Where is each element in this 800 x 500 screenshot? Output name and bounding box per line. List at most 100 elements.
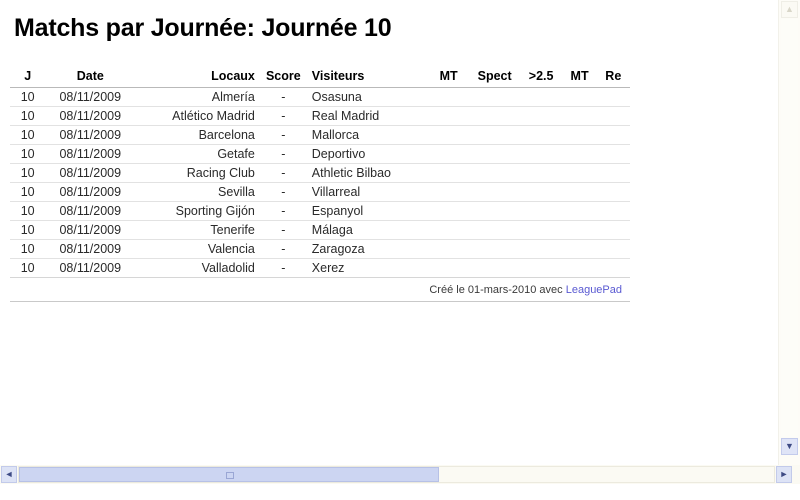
cell-mt-2 [562,87,597,107]
cell-away-team: Osasuna [307,87,428,107]
table-row[interactable]: 10 08/11/2009 Sevilla - Villarreal [10,182,630,202]
cell-spect [469,125,520,145]
table-row[interactable]: 10 08/11/2009 Getafe - Deportivo [10,144,630,164]
cell-score: - [258,220,308,240]
chevron-up-icon: ▲ [785,4,794,14]
cell-score: - [258,106,308,126]
cell-away-team: Real Madrid [307,106,428,126]
cell-over-2-5 [519,239,563,259]
cell-date: 08/11/2009 [45,163,136,183]
browser-viewport: Matchs par Journée: Journée 10 J Date Lo… [0,0,800,500]
column-header-re[interactable]: Re [596,67,630,88]
cell-mt-2 [562,182,597,202]
credit-cell: Créé le 01-mars-2010 avec LeaguePad [10,277,630,302]
cell-date: 08/11/2009 [45,182,136,202]
cell-mt-1 [427,220,470,240]
scroll-left-button[interactable]: ◄ [1,466,17,483]
table-row[interactable]: 10 08/11/2009 Valladolid - Xerez [10,258,630,278]
column-header-over-2-5[interactable]: >2.5 [519,67,563,88]
cell-score: - [258,258,308,278]
cell-over-2-5 [519,258,563,278]
horizontal-scroll-thumb[interactable] [19,467,439,482]
cell-over-2-5 [519,182,563,202]
cell-away-team: Villarreal [307,182,428,202]
cell-re [596,106,630,126]
cell-spect [469,239,520,259]
table-row[interactable]: 10 08/11/2009 Barcelona - Mallorca [10,125,630,145]
cell-journee: 10 [10,201,46,221]
cell-date: 08/11/2009 [45,258,136,278]
horizontal-scroll-track[interactable] [18,466,775,483]
cell-mt-1 [427,125,470,145]
cell-over-2-5 [519,106,563,126]
table-row[interactable]: 10 08/11/2009 Atlético Madrid - Real Madrid [10,106,630,126]
cell-mt-1 [427,87,470,107]
column-header-mt-2[interactable]: MT [562,67,597,88]
column-header-date[interactable]: Date [45,67,136,88]
cell-home-team: Atlético Madrid [135,106,259,126]
scroll-up-button[interactable]: ▲ [781,1,798,18]
credit-text-wrapper: Créé le 01-mars-2010 avec LeaguePad [429,283,626,297]
cell-journee: 10 [10,144,46,164]
table-row[interactable]: 10 08/11/2009 Sporting Gijón - Espanyol [10,201,630,221]
cell-journee: 10 [10,239,46,259]
cell-re [596,258,630,278]
table-row[interactable]: 10 08/11/2009 Racing Club - Athletic Bilbao [10,163,630,183]
column-header-locaux[interactable]: Locaux [135,67,259,88]
cell-mt-1 [427,163,470,183]
cell-home-team: Valencia [135,239,259,259]
cell-score: - [258,163,308,183]
table-footer: Créé le 01-mars-2010 avec LeaguePad [10,277,630,302]
column-header-spect[interactable]: Spect [469,67,520,88]
scroll-thumb-grip-icon [226,472,234,479]
cell-spect [469,220,520,240]
cell-date: 08/11/2009 [45,239,136,259]
table-row[interactable]: 10 08/11/2009 Valencia - Zaragoza [10,239,630,259]
table-row[interactable]: 10 08/11/2009 Tenerife - Málaga [10,220,630,240]
cell-mt-1 [427,201,470,221]
chevron-down-icon: ▼ [785,441,794,451]
cell-mt-1 [427,182,470,202]
window-bottom-strip [0,484,800,500]
cell-date: 08/11/2009 [45,144,136,164]
leaguepad-link[interactable]: LeaguePad [566,284,622,296]
cell-journee: 10 [10,220,46,240]
cell-score: - [258,239,308,259]
cell-journee: 10 [10,87,46,107]
cell-over-2-5 [519,201,563,221]
cell-spect [469,182,520,202]
cell-over-2-5 [519,87,563,107]
table-header: J Date Locaux Score Visiteurs MT Spect >… [10,67,630,88]
cell-home-team: Sporting Gijón [135,201,259,221]
scroll-down-button[interactable]: ▼ [781,438,798,455]
scroll-right-button[interactable]: ► [776,466,792,483]
cell-journee: 10 [10,125,46,145]
column-header-score[interactable]: Score [258,67,308,88]
cell-over-2-5 [519,220,563,240]
cell-home-team: Almería [135,87,259,107]
vertical-scroll-track[interactable] [781,19,798,437]
cell-score: - [258,182,308,202]
column-header-mt-1[interactable]: MT [427,67,470,88]
cell-spect [469,106,520,126]
cell-mt-1 [427,239,470,259]
cell-home-team: Barcelona [135,125,259,145]
cell-mt-2 [562,144,597,164]
horizontal-scrollbar[interactable]: ◄ ► [0,465,800,484]
page-title: Matchs par Journée: Journée 10 [14,14,392,42]
vertical-scrollbar[interactable]: ▲ ▼ [778,0,800,478]
cell-over-2-5 [519,163,563,183]
page-surface: Matchs par Journée: Journée 10 J Date Lo… [0,0,778,462]
cell-home-team: Sevilla [135,182,259,202]
credit-row: Créé le 01-mars-2010 avec LeaguePad [10,277,630,302]
cell-journee: 10 [10,106,46,126]
cell-home-team: Getafe [135,144,259,164]
table-row[interactable]: 10 08/11/2009 Almería - Osasuna [10,87,630,107]
cell-mt-2 [562,106,597,126]
chevron-right-icon: ► [779,469,789,479]
column-header-visiteurs[interactable]: Visiteurs [307,67,428,88]
cell-mt-2 [562,201,597,221]
cell-mt-2 [562,125,597,145]
cell-date: 08/11/2009 [45,106,136,126]
column-header-j[interactable]: J [10,67,46,88]
